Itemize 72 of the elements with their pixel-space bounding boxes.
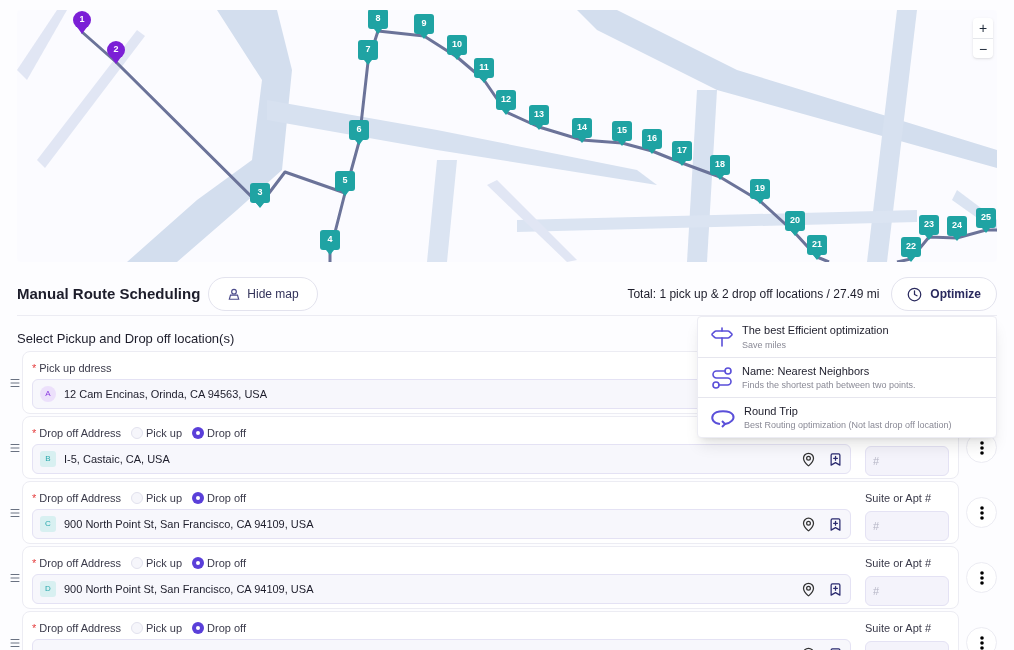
suite-input[interactable]: #	[865, 511, 949, 541]
radio-option[interactable]: Drop off	[192, 619, 247, 637]
suite-input[interactable]: #	[865, 576, 949, 606]
stop-letter: B	[40, 451, 56, 467]
address-field[interactable]: C 900 North Point St, San Francisco, CA 94109, USA	[32, 509, 851, 539]
drag-handle-icon[interactable]	[9, 506, 21, 519]
stop-letter: A	[40, 386, 56, 402]
more-options-button[interactable]	[966, 497, 997, 528]
address-value: 900 North Point St, San Francisco, CA 94109, USA	[64, 516, 314, 532]
map-pin-icon[interactable]	[801, 516, 816, 532]
stop-letter: D	[40, 581, 56, 597]
map-person-icon	[227, 287, 242, 301]
map-pin-icon[interactable]	[801, 451, 816, 467]
drag-handle-icon[interactable]	[9, 376, 21, 389]
required-mark: *	[32, 360, 37, 376]
bookmark-add-icon[interactable]	[828, 516, 843, 532]
radio-option[interactable]: Pick up	[131, 554, 183, 572]
address-value: 900 North Point St, San Francisco, CA 94109, USA	[64, 581, 314, 597]
radio-option[interactable]: Pick up	[131, 424, 183, 442]
menu-item[interactable]: The best Efficient optimization Save miles	[698, 317, 996, 357]
map-pin-icon[interactable]	[801, 581, 816, 597]
radio-option[interactable]: Drop off	[192, 489, 247, 507]
field-label: Drop off Address	[39, 555, 121, 571]
address-value: I-5, Castaic, CA, USA	[64, 451, 170, 467]
drag-handle-icon[interactable]	[9, 441, 21, 454]
radio-option[interactable]: Pick up	[131, 619, 183, 637]
menu-item-subtitle: Save miles	[742, 338, 787, 352]
radio-option[interactable]: Drop off	[192, 424, 247, 442]
kebab-icon	[979, 635, 984, 650]
kebab-icon	[979, 570, 984, 585]
hide-map-button[interactable]: Hide map	[208, 277, 318, 311]
stop-letter: C	[40, 516, 56, 532]
radio-option[interactable]: Drop off	[192, 554, 247, 572]
field-label: Drop off Address	[39, 425, 121, 441]
kebab-icon	[979, 505, 984, 520]
route-icon	[710, 365, 734, 390]
address-field[interactable]: D 900 North Point St, San Francisco, CA 94109, USA	[32, 574, 851, 604]
bookmark-add-icon[interactable]	[828, 581, 843, 597]
optimize-button[interactable]: Optimize	[891, 277, 997, 311]
required-mark: *	[32, 425, 37, 441]
kebab-icon	[979, 440, 984, 455]
address-field[interactable]: B I-5, Castaic, CA, USA	[32, 444, 851, 474]
bookmark-add-icon[interactable]	[828, 451, 843, 467]
total-summary: Total: 1 pick up & 2 drop off locations / 27.49 mi	[627, 286, 880, 303]
field-label: Drop off Address	[39, 490, 121, 506]
radio-option[interactable]: Pick up	[131, 489, 183, 507]
clock-icon	[907, 286, 923, 302]
suite-label: Suite or Apt #	[865, 490, 932, 506]
suite-label: Suite or Apt #	[865, 555, 932, 571]
zoom-in-button[interactable]: +	[973, 18, 993, 38]
menu-item[interactable]: Round Trip Best Routing optimization (Not last drop off location)	[698, 397, 996, 437]
round-trip-icon	[710, 407, 736, 428]
required-mark: *	[32, 620, 37, 636]
menu-item-subtitle: Best Routing optimization (Not last drop off location)	[744, 419, 952, 432]
menu-item-title: Name: Nearest Neighbors	[742, 363, 871, 379]
required-mark: *	[32, 490, 37, 506]
more-options-button[interactable]	[966, 627, 997, 650]
zoom-out-button[interactable]: −	[973, 38, 993, 58]
menu-item-title: The best Efficient optimization	[742, 323, 889, 338]
menu-item[interactable]: Name: Nearest Neighbors Finds the shortest path between two points.	[698, 357, 996, 397]
page-title: Manual Route Scheduling	[17, 283, 201, 304]
suite-label: Suite or Apt #	[865, 620, 932, 636]
field-label: Pick up ddress	[39, 360, 112, 376]
more-options-button[interactable]	[966, 562, 997, 593]
address-value: 12 Cam Encinas, Orinda, CA 94563, USA	[64, 386, 267, 402]
drag-handle-icon[interactable]	[9, 571, 21, 584]
signpost-icon	[710, 325, 734, 349]
field-label: Drop off Address	[39, 620, 121, 636]
drag-handle-icon[interactable]	[9, 636, 21, 649]
section-title: Select Pickup and Drop off location(s)	[17, 331, 235, 346]
required-mark: *	[32, 555, 37, 571]
suite-input[interactable]: #	[865, 446, 949, 476]
